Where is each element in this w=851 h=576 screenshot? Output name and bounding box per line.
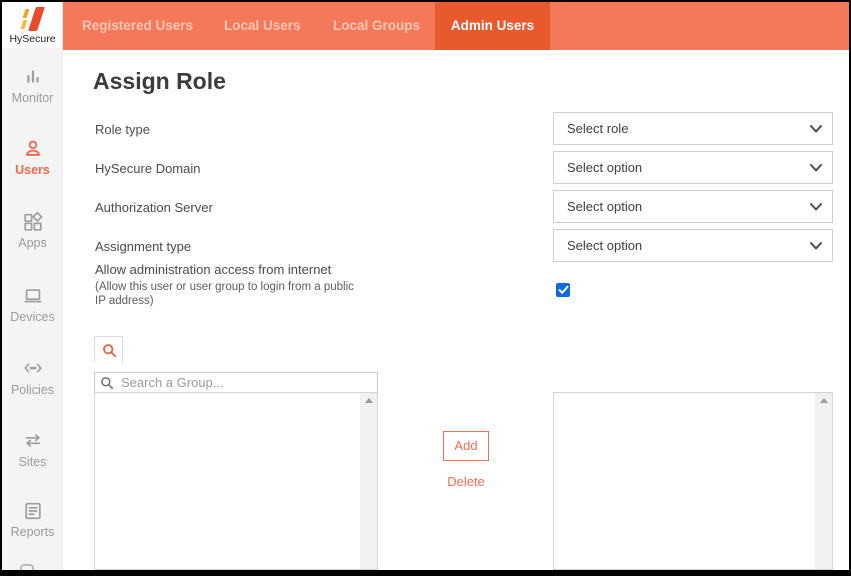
field-label-role-type: Role type xyxy=(95,122,150,137)
available-groups-list[interactable] xyxy=(94,392,378,570)
add-button[interactable]: Add xyxy=(443,431,489,461)
selected-value: Select role xyxy=(567,121,628,136)
internet-access-label: Allow administration access from interne… xyxy=(95,262,331,277)
sidebar-item-label: Sites xyxy=(2,455,63,469)
assigned-groups-list[interactable] xyxy=(553,392,833,570)
sidebar-item-devices[interactable]: Devices xyxy=(2,285,63,324)
app-window: HySecure Monitor Users xyxy=(0,0,851,576)
delete-button[interactable]: Delete xyxy=(434,474,498,489)
tab-admin-users[interactable]: Admin Users xyxy=(435,2,550,50)
apps-grid-icon xyxy=(2,211,63,233)
swap-arrows-icon xyxy=(2,430,63,452)
tab-local-groups[interactable]: Local Groups xyxy=(333,2,420,50)
sidebar-item-reports[interactable]: Reports xyxy=(2,500,63,539)
search-icon xyxy=(102,343,117,358)
authorization-server-select[interactable]: Select option xyxy=(553,190,833,223)
main-content: Assign Role Role type Select role HySecu… xyxy=(63,50,849,570)
tab-local-users[interactable]: Local Users xyxy=(224,2,301,50)
code-brackets-dots-icon xyxy=(2,358,63,380)
hysecure-logo-icon xyxy=(19,6,47,32)
logo-shape xyxy=(21,20,28,29)
scrollbar[interactable] xyxy=(815,393,832,569)
sidebar-item-users[interactable]: Users xyxy=(2,138,63,177)
sidebar-item-label: Users xyxy=(2,163,63,177)
logo-shape xyxy=(28,7,45,31)
selected-value: Select option xyxy=(567,199,642,214)
topbar-tabs: Registered Users Local Users Local Group… xyxy=(63,2,849,50)
bar-chart-icon xyxy=(2,66,63,88)
sidebar-item-monitor[interactable]: Monitor xyxy=(2,66,63,105)
sidebar-item-apps[interactable]: Apps xyxy=(2,211,63,250)
field-label-assignment-type: Assignment type xyxy=(95,239,191,254)
field-label-hysecure-domain: HySecure Domain xyxy=(95,161,201,176)
chevron-down-icon xyxy=(809,241,823,251)
tab-registered-users[interactable]: Registered Users xyxy=(82,2,193,50)
sidebar-item-label: Policies xyxy=(2,383,63,397)
scroll-up-arrow-icon[interactable] xyxy=(815,393,832,408)
brand-name: HySecure xyxy=(2,33,63,45)
sidebar-item-label: Monitor xyxy=(2,91,63,105)
group-search xyxy=(94,372,378,393)
hysecure-domain-select[interactable]: Select option xyxy=(553,151,833,184)
sidebar-item-label: Devices xyxy=(2,310,63,324)
sidebar-item-label: Reports xyxy=(2,525,63,539)
internet-access-checkbox[interactable] xyxy=(556,283,570,297)
internet-access-note-line1: (Allow this user or user group to login … xyxy=(95,281,354,293)
group-search-tab[interactable] xyxy=(94,336,123,363)
checkmark-icon xyxy=(558,285,569,295)
page-title: Assign Role xyxy=(93,68,226,95)
brand-logo[interactable]: HySecure xyxy=(2,2,63,48)
page: HySecure Monitor Users xyxy=(2,2,849,570)
laptop-icon xyxy=(2,285,63,307)
chevron-down-icon xyxy=(809,202,823,212)
search-icon xyxy=(100,376,114,390)
sidebar-item-label: Apps xyxy=(2,236,63,250)
report-document-icon xyxy=(2,500,63,522)
field-label-authorization-server: Authorization Server xyxy=(95,200,213,215)
role-type-select[interactable]: Select role xyxy=(553,112,833,145)
assignment-type-select[interactable]: Select option xyxy=(553,229,833,262)
scrollbar[interactable] xyxy=(360,393,377,569)
logo-shape xyxy=(23,9,30,18)
chevron-down-icon xyxy=(809,163,823,173)
group-search-input[interactable] xyxy=(94,372,378,393)
person-icon xyxy=(2,138,63,160)
selected-value: Select option xyxy=(567,238,642,253)
sidebar: HySecure Monitor Users xyxy=(2,2,63,570)
internet-access-note-line2: IP address) xyxy=(95,295,154,307)
sidebar-item-sites[interactable]: Sites xyxy=(2,430,63,469)
scroll-up-arrow-icon[interactable] xyxy=(360,393,377,408)
selected-value: Select option xyxy=(567,160,642,175)
chevron-down-icon xyxy=(809,124,823,134)
sidebar-item-policies[interactable]: Policies xyxy=(2,358,63,397)
sidebar-item-partial[interactable] xyxy=(20,564,34,570)
